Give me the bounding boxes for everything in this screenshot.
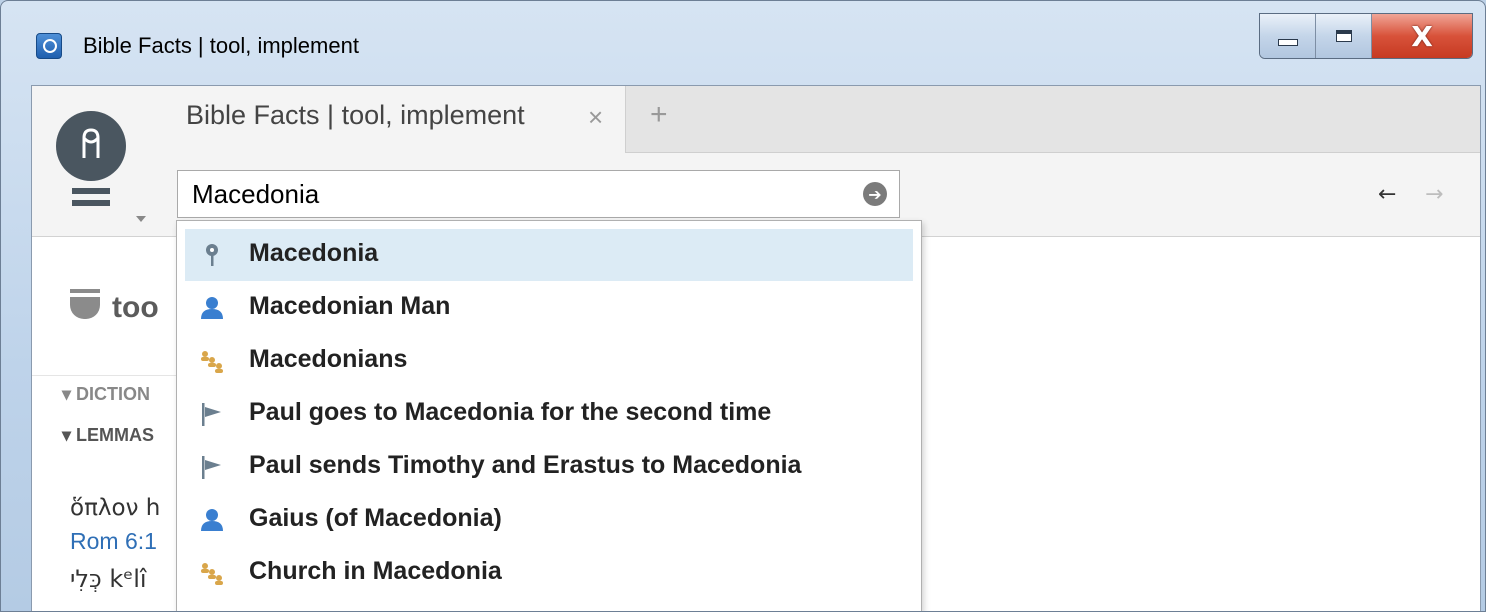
suggestion-item[interactable]: Gaius (of Macedonia) bbox=[185, 494, 913, 546]
suggestion-label: Gaius (of Macedonia) bbox=[249, 504, 502, 532]
suggestion-item[interactable]: Paul goes to Macedonia for the second ti… bbox=[185, 388, 913, 440]
suggestion-item[interactable]: Church in Macedonia bbox=[185, 547, 913, 599]
heading-text: too bbox=[112, 291, 159, 324]
article-heading: too bbox=[70, 289, 159, 325]
back-arrow-icon[interactable]: ← bbox=[1378, 182, 1396, 207]
suggestion-label: Paul goes to Macedonia for the second ti… bbox=[249, 398, 772, 426]
tab-bible-facts[interactable]: Bible Facts | tool, implement × bbox=[160, 86, 626, 153]
section-label: DICTION bbox=[76, 384, 151, 404]
tab-strip: Bible Facts | tool, implement × + bbox=[160, 86, 1480, 153]
lightbulb-icon[interactable] bbox=[54, 108, 128, 218]
event-flag-icon bbox=[202, 403, 221, 426]
bulb-menu-chevron-down-icon[interactable] bbox=[136, 216, 146, 222]
minimize-icon bbox=[1277, 38, 1298, 46]
maximize-button[interactable] bbox=[1316, 14, 1372, 58]
group-icon bbox=[201, 563, 223, 585]
reference-link[interactable]: Rom 6:1 bbox=[70, 528, 157, 555]
autocomplete-dropdown: Macedonia Macedonian Man Macedonians Pau… bbox=[176, 220, 922, 611]
app-window: Bible Facts | tool, implement X Bible Fa… bbox=[0, 0, 1486, 612]
bowl-icon bbox=[70, 289, 100, 319]
close-window-button[interactable]: X bbox=[1372, 14, 1472, 58]
toolbar: Bible Facts | tool, implement × + ➔ ← → bbox=[32, 86, 1480, 237]
lemma-hebrew: כְּלִי kᵉlî bbox=[70, 565, 147, 593]
suggestion-item[interactable]: Macedonians bbox=[185, 335, 913, 387]
tab-close-icon[interactable]: × bbox=[588, 102, 603, 133]
title-bar[interactable]: Bible Facts | tool, implement X bbox=[1, 1, 1485, 89]
search-input[interactable] bbox=[178, 171, 852, 217]
app-logo-icon bbox=[36, 33, 62, 59]
suggestion-label: Macedonian Man bbox=[249, 292, 451, 320]
window-title: Bible Facts | tool, implement bbox=[83, 33, 359, 58]
suggestion-item[interactable]: Paul sends Timothy and Erastus to Macedo… bbox=[185, 441, 913, 493]
person-icon bbox=[201, 297, 223, 319]
minimize-button[interactable] bbox=[1260, 14, 1316, 58]
go-arrow-icon[interactable]: ➔ bbox=[863, 182, 887, 206]
section-label: LEMMAS bbox=[76, 425, 155, 445]
suggestion-label: Macedonians bbox=[249, 345, 408, 373]
search-box: ➔ bbox=[177, 170, 900, 218]
tab-label: Bible Facts | tool, implement bbox=[186, 100, 525, 130]
place-pin-icon bbox=[206, 244, 218, 266]
maximize-icon bbox=[1335, 30, 1352, 42]
person-icon bbox=[201, 509, 223, 531]
suggestion-item[interactable]: Macedonian Man bbox=[185, 282, 913, 334]
suggestion-label: Paul sends Timothy and Erastus to Macedo… bbox=[249, 451, 802, 479]
suggestion-label: Church in Macedonia bbox=[249, 557, 502, 585]
window-controls: X bbox=[1259, 13, 1473, 59]
suggestion-item[interactable]: Macedonia bbox=[185, 229, 913, 281]
event-flag-icon bbox=[202, 456, 221, 479]
group-icon bbox=[201, 351, 223, 373]
lemma-greek: ὅπλον h bbox=[70, 495, 161, 521]
forward-arrow-icon[interactable]: → bbox=[1425, 182, 1443, 207]
suggestion-label: Macedonia bbox=[249, 239, 379, 267]
new-tab-button[interactable]: + bbox=[650, 98, 668, 132]
close-icon: X bbox=[1411, 19, 1433, 53]
